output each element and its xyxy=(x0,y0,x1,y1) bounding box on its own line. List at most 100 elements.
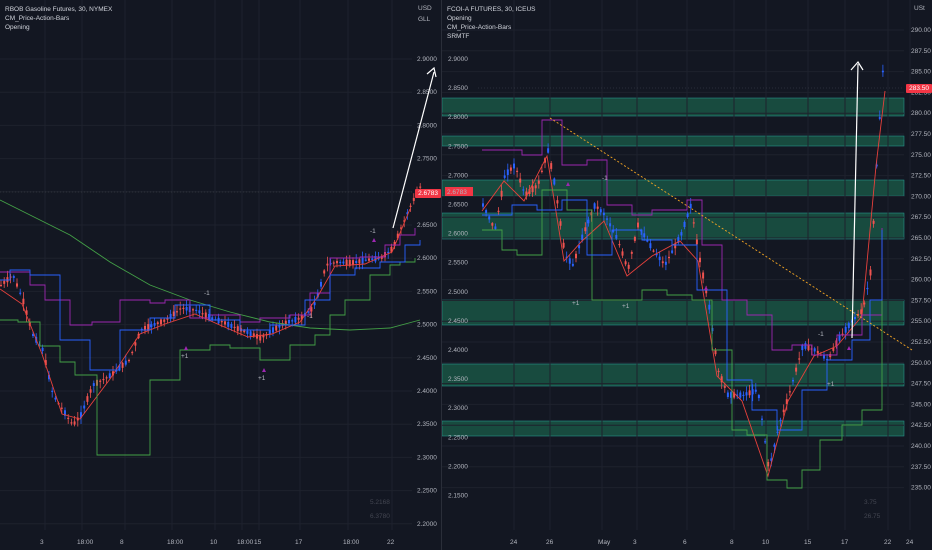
right-y-tick-label: 287.50 xyxy=(911,48,931,55)
left-candle-body xyxy=(0,284,2,287)
right-signal-label: +1 xyxy=(572,300,580,307)
left-candle-body xyxy=(185,307,188,311)
right-indicator-pab[interactable]: CM_Price-Action-Bars xyxy=(447,23,536,32)
left-indicator-opening[interactable]: Opening xyxy=(5,23,112,32)
right-candle-body xyxy=(491,223,494,226)
right-x-tick-label: 22 xyxy=(884,539,892,546)
left-candle-body xyxy=(201,313,204,315)
right-candle-body xyxy=(683,221,686,228)
right-indicator-opening[interactable]: Opening xyxy=(447,14,536,23)
right-chart-pane[interactable]: 290.00287.50285.00282.50280.00277.50275.… xyxy=(442,0,932,550)
left-candle-body xyxy=(355,260,358,263)
right-candle-body xyxy=(503,175,506,178)
right-candle-body xyxy=(776,431,779,433)
left-chart-pane[interactable]: 2.90002.85002.80002.75002.70002.65002.60… xyxy=(0,0,441,550)
left-candle-body xyxy=(105,377,108,379)
left-candle-body xyxy=(176,311,178,313)
right-candle-body xyxy=(513,163,515,169)
right-arrow-head xyxy=(850,60,864,71)
right-secondary-tick-label: 2.2500 xyxy=(448,434,468,441)
right-candle-body xyxy=(618,244,621,246)
left-indicator-pab[interactable]: CM_Price-Action-Bars xyxy=(5,14,112,23)
right-unit[interactable]: USt xyxy=(914,5,925,12)
right-candle-body xyxy=(680,232,683,236)
right-faded-value-2: 26.75 xyxy=(864,513,881,520)
right-candle-body xyxy=(671,250,674,253)
left-candle-body xyxy=(70,422,73,424)
right-candle-body xyxy=(571,263,574,266)
right-candle-body xyxy=(630,251,633,254)
left-candle-body xyxy=(220,320,223,323)
left-candle-body xyxy=(134,342,137,346)
right-signal-label: -1 xyxy=(602,175,608,182)
left-candle-body xyxy=(288,320,290,324)
right-candle-body xyxy=(550,163,553,169)
right-candle-body xyxy=(658,256,661,261)
left-chart-canvas[interactable]: 2.90002.85002.80002.75002.70002.65002.60… xyxy=(0,0,441,550)
right-candle-body xyxy=(482,203,484,207)
right-candle-body xyxy=(686,213,689,217)
left-candle-body xyxy=(204,312,207,318)
right-candle-body xyxy=(798,358,801,360)
left-x-tick-label: 8 xyxy=(120,539,124,546)
left-x-tick-label: 18:00 xyxy=(343,539,360,546)
left-x-tick-label: 22 xyxy=(387,539,395,546)
right-symbol-title[interactable]: FCOI-A FUTURES, 30, ICEUS xyxy=(447,5,536,14)
left-candle-body xyxy=(102,378,105,381)
right-y-tick-label: 272.50 xyxy=(911,173,931,180)
left-currency[interactable]: USD xyxy=(418,5,432,12)
left-candle-body xyxy=(86,396,89,402)
left-arrow-line xyxy=(392,71,435,229)
left-y-tick-label: 2.4000 xyxy=(417,388,437,395)
right-signal-arrow xyxy=(847,346,851,350)
right-candle-body xyxy=(739,392,742,398)
left-unit[interactable]: GLL xyxy=(418,16,430,23)
right-candle-body xyxy=(627,264,630,269)
left-x-tick-label: 17 xyxy=(295,539,303,546)
right-candle-body xyxy=(562,242,565,248)
right-y-tick-label: 260.00 xyxy=(911,277,931,284)
right-y-tick-label: 280.00 xyxy=(911,110,931,117)
left-candle-body xyxy=(320,281,322,287)
right-candle-body xyxy=(516,170,519,172)
right-indicator-srmtf[interactable]: SRMTF xyxy=(447,32,536,41)
left-symbol-title[interactable]: RBOB Gasoline Futures, 30, NYMEX xyxy=(5,5,112,14)
left-candle-body xyxy=(336,260,338,264)
left-candle-body xyxy=(294,316,297,323)
left-faded-value-1: 5.2168 xyxy=(370,499,390,506)
left-candle-body xyxy=(412,197,415,201)
right-candle-body xyxy=(773,444,776,447)
right-candle-body xyxy=(717,370,720,373)
right-chart-canvas[interactable]: 290.00287.50285.00282.50280.00277.50275.… xyxy=(442,0,932,550)
right-candle-body xyxy=(485,210,488,213)
right-candle-body xyxy=(568,258,571,264)
right-candle-body xyxy=(702,272,705,279)
right-y-tick-label: 247.50 xyxy=(911,381,931,388)
right-y-tick-label: 252.50 xyxy=(911,339,931,346)
left-candle-body xyxy=(16,283,18,287)
left-candle-body xyxy=(124,360,127,365)
left-candle-body xyxy=(371,258,374,260)
right-candle-body xyxy=(854,316,856,320)
left-candle-body xyxy=(230,323,233,328)
right-secondary-tick-label: 2.6000 xyxy=(448,231,468,238)
right-y-tick-label: 242.50 xyxy=(911,422,931,429)
left-candle-body xyxy=(361,257,364,264)
right-secondary-tick-label: 2.7000 xyxy=(448,172,468,179)
left-y-tick-label: 2.4500 xyxy=(417,355,437,362)
left-candle-body xyxy=(54,397,57,400)
right-x-tick-label: 17 xyxy=(841,539,849,546)
right-candle-body xyxy=(813,348,816,352)
right-faded-value-1: 3.75 xyxy=(864,499,877,506)
left-candle-body xyxy=(358,259,361,264)
left-candle-body xyxy=(83,405,86,409)
right-candle-body xyxy=(788,391,791,393)
left-candle-body xyxy=(323,270,326,274)
right-candle-body xyxy=(754,389,757,392)
right-x-tick-label: 3 xyxy=(633,539,637,546)
left-candle-body xyxy=(89,389,92,393)
right-candle-body xyxy=(553,178,556,185)
right-candle-body xyxy=(602,212,605,216)
right-candle-body xyxy=(506,169,509,175)
right-x-tick-label: 6 xyxy=(683,539,687,546)
